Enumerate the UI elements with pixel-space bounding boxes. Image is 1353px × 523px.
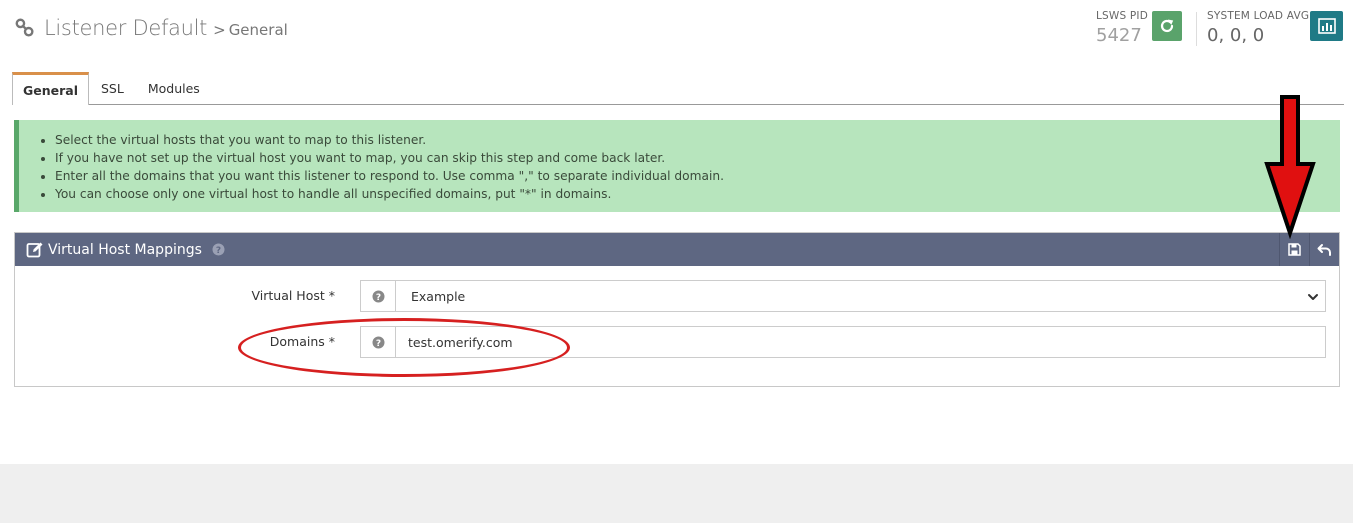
help-icon[interactable]: ? (212, 243, 225, 256)
annotation-ellipse (238, 318, 570, 377)
restart-button[interactable] (1152, 11, 1182, 41)
load-value: 0, 0, 0 (1207, 25, 1265, 46)
info-item: Enter all the domains that you want this… (55, 167, 1340, 185)
info-box: Select the virtual hosts that you want t… (14, 120, 1340, 212)
tab-ssl[interactable]: SSL (89, 73, 136, 104)
info-item: Select the virtual hosts that you want t… (55, 131, 1340, 149)
virtual-host-select[interactable]: Example (395, 280, 1326, 312)
virtual-host-selected: Example (411, 288, 466, 304)
tab-bar: General SSL Modules (12, 72, 1344, 105)
tab-general[interactable]: General (12, 72, 89, 105)
help-icon: ? (372, 290, 384, 303)
edit-icon (26, 242, 43, 257)
domains-row: Domains * ? test.omerify.com (15, 326, 1341, 358)
save-icon (1288, 243, 1301, 256)
virtual-host-label: Virtual Host * (251, 288, 335, 303)
load-label: SYSTEM LOAD AVG (1207, 10, 1310, 22)
virtual-host-mappings-panel: Virtual Host Mappings ? Virtual Host * ? (14, 232, 1340, 387)
page-footer (0, 464, 1353, 523)
info-item: If you have not set up the virtual host … (55, 149, 1340, 167)
load-chart-button[interactable] (1310, 11, 1343, 41)
chevron-down-icon (1308, 294, 1318, 300)
header-divider (1196, 12, 1197, 46)
breadcrumb-current: General (228, 21, 288, 39)
panel-header: Virtual Host Mappings ? (15, 233, 1339, 266)
page-title: Listener Default > General (14, 16, 288, 40)
refresh-icon (1160, 19, 1174, 33)
virtual-host-help-button[interactable]: ? (360, 280, 396, 312)
breadcrumb-separator: > (213, 21, 226, 39)
page-header: Listener Default > General LSWS PID 5427… (0, 0, 1353, 70)
page-title-main: Listener Default (44, 16, 208, 40)
bar-chart-icon (1317, 18, 1336, 34)
panel-title: Virtual Host Mappings (48, 241, 202, 258)
link-icon (15, 18, 34, 37)
svg-text:?: ? (216, 246, 221, 256)
tab-modules[interactable]: Modules (136, 73, 212, 104)
svg-text:?: ? (375, 293, 380, 303)
pid-value: 5427 (1096, 25, 1142, 46)
annotation-arrow-icon (1264, 95, 1316, 239)
lsws-pid: LSWS PID 5427 (1096, 10, 1148, 46)
undo-icon (1317, 244, 1331, 256)
pid-label: LSWS PID (1096, 10, 1149, 22)
virtual-host-row: Virtual Host * ? Example (15, 280, 1341, 312)
system-load: SYSTEM LOAD AVG 0, 0, 0 (1207, 10, 1309, 46)
info-item: You can choose only one virtual host to … (55, 185, 1340, 203)
info-list: Select the virtual hosts that you want t… (55, 131, 1340, 203)
